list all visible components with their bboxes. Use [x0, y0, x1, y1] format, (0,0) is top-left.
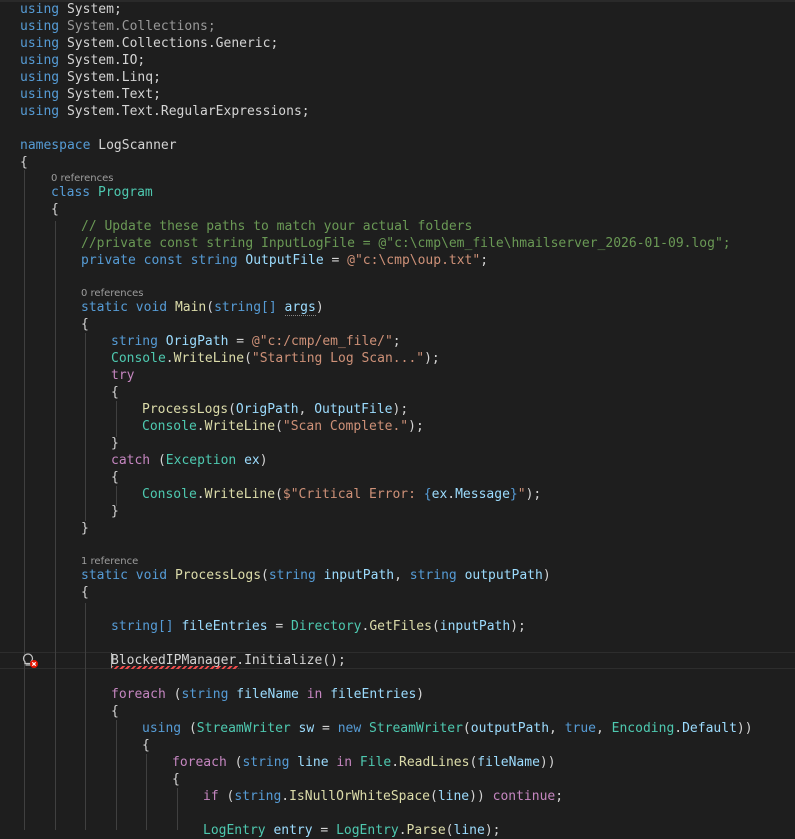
- code-line[interactable]: Console.WriteLine("Starting Log Scan..."…: [111, 350, 440, 367]
- code-line[interactable]: {: [81, 584, 89, 601]
- code-line[interactable]: catch (Exception ex): [111, 452, 268, 469]
- code-line[interactable]: using System.Collections.Generic;: [20, 35, 278, 52]
- code-line[interactable]: {: [142, 737, 150, 754]
- code-line[interactable]: {: [172, 771, 180, 788]
- indent-guide: [55, 221, 56, 830]
- code-line[interactable]: if (string.IsNullOrWhiteSpace(line)) con…: [203, 788, 563, 805]
- code-line[interactable]: LogEntry entry = LogEntry.Parse(line);: [203, 822, 500, 839]
- lightbulb-error-icon[interactable]: [21, 652, 39, 669]
- code-line[interactable]: private const string OutputFile = @"c:\c…: [81, 252, 488, 269]
- code-line[interactable]: {: [111, 703, 119, 720]
- code-line[interactable]: {: [111, 384, 119, 401]
- code-line[interactable]: foreach (string fileName in fileEntries): [111, 686, 424, 703]
- code-line[interactable]: }: [111, 435, 119, 452]
- error-squiggle: [111, 666, 239, 669]
- indent-guide: [177, 788, 178, 830]
- code-line[interactable]: using System.Linq;: [20, 69, 161, 86]
- code-line[interactable]: static void Main(string[] args): [81, 299, 324, 316]
- code-line[interactable]: ProcessLogs(OrigPath, OutputFile);: [142, 401, 408, 418]
- code-line[interactable]: Console.WriteLine($"Critical Error: {ex.…: [142, 486, 541, 503]
- code-line[interactable]: {: [111, 469, 119, 486]
- indent-guide: [24, 170, 25, 830]
- code-line[interactable]: }: [81, 520, 89, 537]
- code-line[interactable]: // Update these paths to match your actu…: [81, 218, 472, 235]
- indent-guide: [146, 754, 147, 830]
- code-line[interactable]: try: [111, 367, 134, 384]
- code-line[interactable]: using System.Text.RegularExpressions;: [20, 103, 310, 120]
- code-line[interactable]: {: [20, 154, 28, 171]
- code-line[interactable]: class Program: [51, 184, 153, 201]
- code-line[interactable]: {: [81, 316, 89, 333]
- code-line[interactable]: using System.Text;: [20, 86, 161, 103]
- code-line[interactable]: using System.IO;: [20, 52, 145, 69]
- code-line[interactable]: Console.WriteLine("Scan Complete.");: [142, 418, 424, 435]
- code-line[interactable]: using System.Collections;: [20, 18, 216, 35]
- code-line[interactable]: }: [111, 503, 119, 520]
- code-line[interactable]: using (StreamWriter sw = new StreamWrite…: [142, 720, 753, 737]
- indent-guide: [85, 603, 86, 830]
- code-line[interactable]: string[] fileEntries = Directory.GetFile…: [111, 618, 526, 635]
- code-line[interactable]: using System;: [20, 1, 122, 18]
- indent-guide: [116, 720, 117, 830]
- code-editor[interactable]: using System; using System.Collections; …: [0, 0, 795, 838]
- code-line[interactable]: foreach (string line in File.ReadLines(f…: [172, 754, 556, 771]
- indent-guide: [116, 401, 117, 437]
- code-line[interactable]: namespace LogScanner: [20, 137, 177, 154]
- code-line[interactable]: {: [51, 201, 59, 218]
- indent-guide: [85, 333, 86, 521]
- code-line[interactable]: static void ProcessLogs(string inputPath…: [81, 567, 551, 584]
- code-line[interactable]: //private const string InputLogFile = @"…: [81, 235, 731, 252]
- code-line[interactable]: string OrigPath = @"c:/cmp/em_file/";: [111, 333, 401, 350]
- text-cursor: [111, 653, 112, 668]
